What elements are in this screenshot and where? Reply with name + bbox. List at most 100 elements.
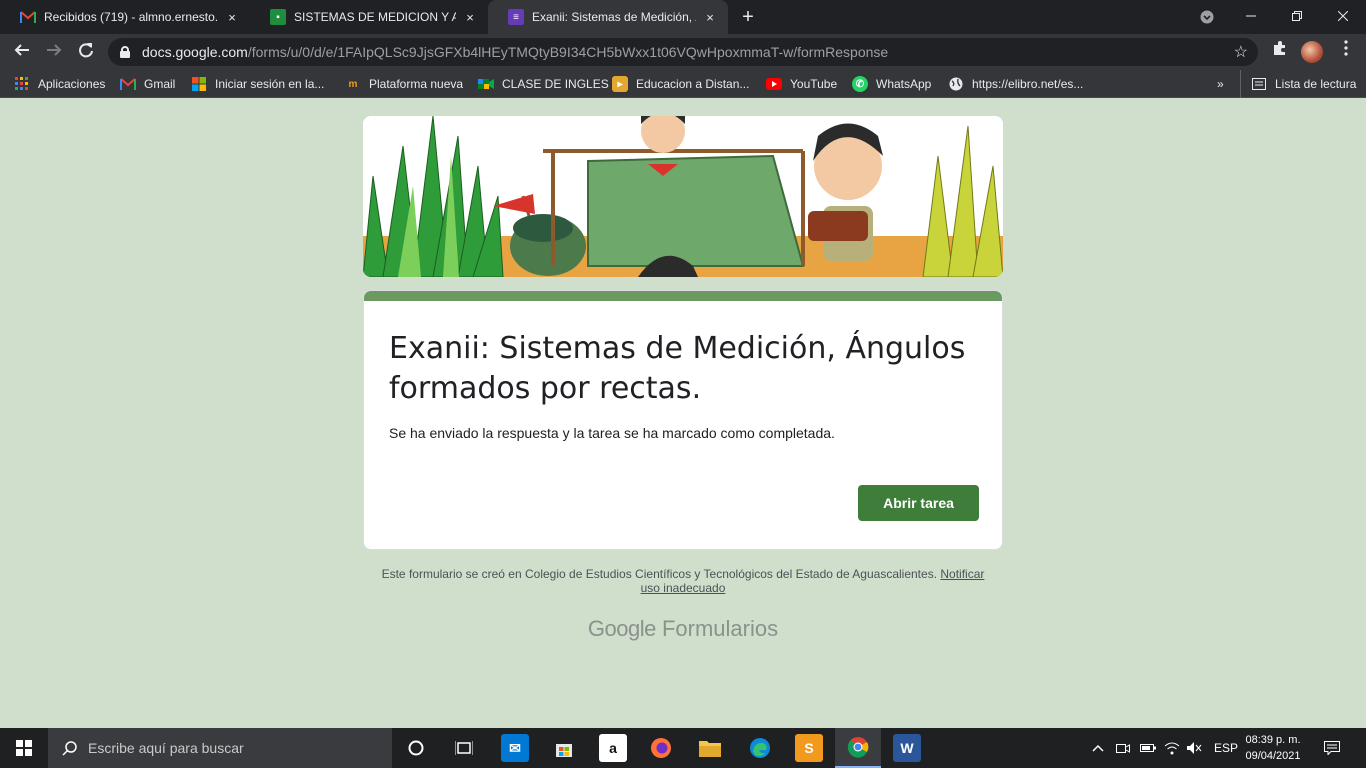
close-icon[interactable]: × [702, 10, 718, 25]
bookmark-label: Iniciar sesión en la... [215, 77, 325, 91]
meet-icon [478, 76, 494, 92]
open-task-button[interactable]: Abrir tarea [858, 485, 979, 521]
google-forms-logo[interactable]: Google Formularios [363, 616, 1003, 642]
form-header-image [363, 116, 1003, 277]
card-accent-bar [364, 291, 1002, 301]
form-footer: Este formulario se creó en Colegio de Es… [363, 567, 1003, 595]
close-icon[interactable]: × [224, 10, 240, 25]
bookmark-educacion[interactable]: ▸ Educacion a Distan... [612, 70, 749, 98]
globe-icon [948, 76, 964, 92]
form-title: Exanii: Sistemas de Medición, Ángulos fo… [389, 331, 966, 406]
bookmark-label: Plataforma nueva [369, 77, 464, 91]
report-abuse-link-2[interactable]: uso inadecuado [641, 581, 726, 595]
bookmark-gmail[interactable]: Gmail [120, 70, 175, 98]
minimize-icon[interactable] [1228, 0, 1274, 34]
reading-list-icon [1251, 76, 1267, 92]
search-placeholder: Escribe aquí para buscar [88, 740, 244, 756]
bookmark-label: CLASE DE INGLES [502, 77, 609, 91]
bookmark-microsoft[interactable]: Iniciar sesión en la... [191, 70, 324, 98]
apps-grid-icon [14, 76, 30, 92]
taskbar-clock[interactable]: 08:39 p. m. 09/04/2021 [1238, 732, 1308, 764]
gmail-icon [120, 76, 136, 92]
battery-icon[interactable] [1140, 728, 1156, 768]
forward-arrow-icon[interactable] [42, 40, 66, 64]
profile-avatar[interactable] [1301, 41, 1323, 63]
cortana-icon[interactable] [402, 734, 430, 762]
bookmark-star-icon[interactable]: ☆ [1234, 42, 1248, 62]
tab-title: Exanii: Sistemas de Medición, Án [532, 10, 696, 24]
firefox-icon[interactable] [647, 734, 675, 762]
search-icon [62, 741, 77, 756]
bookmark-clase-ingles[interactable]: CLASE DE INGLES [478, 70, 609, 98]
forms-icon: ≡ [508, 9, 524, 25]
platform-icon: m [348, 78, 358, 90]
windows-taskbar: Escribe aquí para buscar ✉ a S W ESP 08:… [0, 728, 1366, 768]
tab-gmail[interactable]: Recibidos (719) - almno.ernesto.g × [0, 0, 250, 34]
file-explorer-icon[interactable] [696, 734, 724, 762]
extensions-puzzle-icon[interactable] [1268, 40, 1292, 64]
bookmark-apps[interactable]: Aplicaciones [14, 70, 105, 98]
forms-wordmark: Formularios [661, 616, 779, 641]
lock-icon [120, 46, 130, 58]
tab-strip: Recibidos (719) - almno.ernesto.g × ▪ SI… [0, 0, 1366, 34]
tab-title: Recibidos (719) - almno.ernesto.g [44, 10, 218, 24]
bookmark-label: https://elibro.net/es... [972, 77, 1084, 91]
confirmation-message: Se ha enviado la respuesta y la tarea se… [389, 425, 835, 441]
tab-search-icon[interactable] [1184, 0, 1230, 34]
youtube-icon [766, 76, 782, 92]
footer-text: Este formulario se creó en Colegio de Es… [381, 567, 938, 581]
tab-forms-active[interactable]: ≡ Exanii: Sistemas de Medición, Án × [488, 0, 728, 34]
edge-icon[interactable] [746, 734, 774, 762]
reading-list-button[interactable]: Lista de lectura [1240, 70, 1356, 98]
bookmark-label: Gmail [144, 77, 176, 91]
gmail-icon [20, 9, 36, 25]
bookmark-label: Educacion a Distan... [636, 77, 750, 91]
mail-icon[interactable]: ✉ [501, 734, 529, 762]
reload-icon[interactable] [74, 40, 98, 64]
reading-list-label: Lista de lectura [1275, 77, 1357, 91]
bookmark-plataforma[interactable]: m Plataforma nueva [345, 70, 464, 98]
wifi-icon[interactable] [1164, 728, 1180, 768]
new-tab-button[interactable]: + [738, 6, 758, 28]
show-hidden-icons-icon[interactable] [1092, 728, 1104, 768]
tab-classroom[interactable]: ▪ SISTEMAS DE MEDICION Y ANGU × [250, 0, 488, 34]
volume-muted-icon[interactable] [1186, 728, 1202, 768]
whatsapp-icon: ✆ [852, 76, 868, 92]
bookmark-label: Aplicaciones [38, 77, 106, 91]
report-abuse-link[interactable]: Notificar [940, 567, 984, 581]
scouts-camping-illustration [363, 116, 1003, 277]
store-icon[interactable] [550, 734, 578, 762]
meet-now-icon[interactable] [1116, 728, 1130, 768]
notifications-icon[interactable] [1324, 728, 1340, 768]
bookmark-youtube[interactable]: YouTube [766, 70, 837, 98]
close-window-icon[interactable] [1320, 0, 1366, 34]
clock-date: 09/04/2021 [1245, 750, 1301, 762]
clock-time: 08:39 p. m. [1245, 734, 1301, 746]
windows-start-icon[interactable] [0, 728, 48, 768]
form-confirmation-card: Exanii: Sistemas de Medición, Ángulos fo… [363, 290, 1003, 550]
amazon-icon[interactable]: a [599, 734, 627, 762]
menu-kebab-icon[interactable] [1334, 40, 1358, 64]
sublime-icon[interactable]: S [795, 734, 823, 762]
close-icon[interactable]: × [462, 10, 478, 25]
language-indicator[interactable]: ESP [1214, 728, 1238, 768]
restore-icon[interactable] [1274, 0, 1320, 34]
word-icon[interactable]: W [893, 734, 921, 762]
bookmarks-more-button[interactable]: » [1217, 70, 1224, 98]
browser-toolbar: docs.google.com/forms/u/0/d/e/1FAIpQLSc9… [0, 34, 1366, 70]
url-path: /forms/u/0/d/e/1FAIpQLSc9JjsGFXb4lHEyTMQ… [247, 44, 889, 60]
task-view-icon[interactable] [450, 734, 478, 762]
chrome-taskbar-icon[interactable] [835, 728, 881, 768]
microsoft-icon [191, 76, 207, 92]
bookmark-label: YouTube [790, 77, 838, 91]
bookmark-elibro[interactable]: https://elibro.net/es... [948, 70, 1083, 98]
back-arrow-icon[interactable] [10, 40, 34, 64]
address-bar[interactable]: docs.google.com/forms/u/0/d/e/1FAIpQLSc9… [108, 38, 1258, 66]
folder-icon: ▸ [612, 76, 628, 92]
bookmarks-bar: Aplicaciones Gmail Iniciar sesión en la.… [0, 70, 1366, 98]
taskbar-search-box[interactable]: Escribe aquí para buscar [48, 728, 392, 768]
tab-title: SISTEMAS DE MEDICION Y ANGU [294, 10, 456, 24]
classroom-icon: ▪ [270, 9, 286, 25]
bookmark-whatsapp[interactable]: ✆ WhatsApp [852, 70, 931, 98]
bookmark-label: WhatsApp [876, 77, 932, 91]
